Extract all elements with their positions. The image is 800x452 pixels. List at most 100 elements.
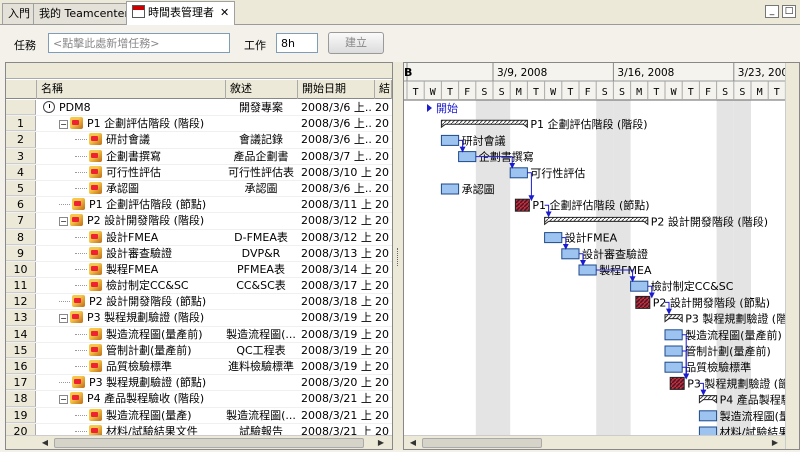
task-name: 設計FMEA [106,230,159,244]
start-date-cell: 2008/3/14 上... [301,262,373,276]
work-input[interactable] [276,33,318,53]
row-number[interactable]: 5 [6,180,36,197]
column-header-description[interactable]: 敘述 [226,80,298,99]
close-icon[interactable]: ✕ [220,6,229,19]
start-date-cell: 2008/3/19 上... [301,343,373,357]
create-button[interactable]: 建立 [328,32,384,54]
row-number[interactable]: 8 [6,229,36,245]
gantt-horizontal-scrollbar[interactable]: ◀ ▶ [404,435,785,449]
table-row[interactable]: 2 研討會議 會議記錄 2008/3/6 上... 20 [6,132,392,149]
name-cell: − P1 企劃評估階段 (階段) [39,116,224,131]
row-number[interactable]: 17 [6,375,36,391]
collapse-toggle-icon[interactable]: − [59,120,68,130]
task-bar[interactable] [578,264,597,276]
collapse-toggle-icon[interactable]: − [59,314,68,324]
task-bar[interactable] [664,345,683,357]
task-icon [89,133,102,146]
row-number[interactable]: 1 [6,116,36,132]
column-header-name[interactable]: 名稱 [37,80,226,99]
table-row[interactable]: 12 P2 設計開發階段 (節點) 2008/3/18 上...20 [6,294,392,311]
start-date-cell: 2008/3/19 上... [301,360,373,373]
scroll-left-icon[interactable]: ◀ [406,437,420,449]
table-row[interactable]: PDM8 開發專案 2008/3/6 上... 20 [6,100,392,117]
splitter-grip[interactable] [397,248,399,266]
name-cell: 可行性評估 [39,165,224,180]
table-row[interactable]: 9 設計審查驗證 DVP&R 2008/3/13 上...20 [6,245,392,262]
row-number[interactable]: 3 [6,148,36,164]
table-row[interactable]: 13 − P3 製程規劃驗證 (階段) 2008/3/19 上...20 [6,310,392,327]
row-number[interactable]: 19 [6,407,36,423]
table-row[interactable]: 1 − P1 企劃評估階段 (階段) 2008/3/6 上... 20 [6,116,392,133]
column-header-start-date[interactable]: 開始日期 [298,80,375,99]
row-number[interactable]: 10 [6,261,36,278]
collapse-toggle-icon[interactable]: − [59,395,68,405]
day-label: T [567,87,573,98]
table-row[interactable]: 8 設計FMEA D-FMEA表 2008/3/12 上...20 [6,229,392,246]
task-bar[interactable] [630,280,649,292]
table-row[interactable]: 14 製造流程圖(量產前) 製造流程圖(... 2008/3/19 上...20 [6,326,392,343]
table-row[interactable]: 18 − P4 產品製程驗收 (階段) 2008/3/21 上...20 [6,391,392,408]
table-row[interactable]: 6 P1 企劃評估階段 (節點) 2008/3/11 上...20 [6,197,392,214]
row-number[interactable]: 13 [6,310,36,326]
table-row[interactable]: 19 製造流程圖(量產) 製造流程圖(... 2008/3/21 上...20 [6,407,392,424]
task-bar[interactable] [440,134,460,146]
bar-label: P2 設計開發階段 (階段) [651,214,768,228]
row-number[interactable]: 12 [6,294,36,310]
task-bar[interactable] [509,167,528,179]
week-label: 3/23, 2008 [738,67,785,79]
row-number[interactable]: 11 [6,278,36,294]
maximize-button[interactable]: □ [782,5,796,18]
task-bar[interactable] [664,361,683,373]
name-cell: P3 製程規劃驗證 (節點) [39,375,224,390]
task-bar[interactable] [561,248,580,260]
scroll-right-icon[interactable]: ▶ [374,437,388,449]
table-row[interactable]: 3 企劃書撰寫 產品企劃書 2008/3/7 上... 20 [6,148,392,165]
row-number[interactable]: 14 [6,326,36,342]
table-row[interactable]: 10 製程FMEA PFMEA表 2008/3/14 上...20 [6,261,392,279]
row-number[interactable]: 9 [6,245,36,261]
scrollbar-thumb[interactable] [54,438,364,448]
tab-my-teamcenter[interactable]: 我的 Teamcenter [33,3,135,24]
row-number[interactable]: 4 [6,164,36,180]
task-bar[interactable] [458,151,477,163]
table-row[interactable]: 7 − P2 設計開發階段 (階段) 2008/3/12 上...20 [6,213,392,230]
milestone-gate-bar[interactable] [669,376,685,390]
table-row[interactable]: 17 P3 製程規劃驗證 (節點) 2008/3/20 上...20 [6,375,392,392]
row-number[interactable]: 18 [6,391,36,407]
tab-getting-started[interactable]: 入門 [2,3,36,24]
pane-splitter[interactable] [393,62,403,450]
table-row[interactable]: 4 可行性評估 可行性評估表 2008/3/10 上...20 [6,164,392,181]
gantt-vertical-scrollbar[interactable] [785,63,799,449]
row-number[interactable]: 16 [6,359,36,375]
table-row[interactable]: 5 承認圖 承認圖 2008/3/6 上... 20 [6,180,392,198]
row-number[interactable]: 2 [6,132,36,148]
milestone-gate-bar[interactable] [635,295,651,309]
row-number[interactable]: 15 [6,342,36,358]
task-toolbar: 任務 工作 建立 [0,26,800,62]
row-number[interactable]: 6 [6,197,36,213]
grid-horizontal-scrollbar[interactable]: ◀ ▶ [6,435,392,449]
task-bar[interactable] [440,183,460,195]
task-bar[interactable] [698,410,718,422]
scroll-right-icon[interactable]: ▶ [768,437,782,449]
scroll-left-icon[interactable]: ◀ [38,437,52,449]
table-row[interactable]: 11 檢討制定CC&SC CC&SC表 2008/3/17 上...20 [6,278,392,295]
table-row[interactable]: 16 品質檢驗標準 進料檢驗標準 2008/3/19 上...20 [6,359,392,376]
day-label: W [671,87,678,98]
new-task-input[interactable] [48,33,230,53]
table-row[interactable]: 15 管制計劃(量產前) QC工程表 2008/3/19 上...20 [6,342,392,359]
row-number[interactable] [6,100,36,116]
column-header-end[interactable]: 結 [375,80,392,99]
task-bar[interactable] [664,329,683,341]
row-number[interactable]: 7 [6,213,36,229]
minimize-button[interactable]: _ [765,5,779,18]
day-label: M [516,87,522,98]
scrollbar-thumb[interactable] [422,438,542,448]
collapse-toggle-icon[interactable]: − [59,217,68,227]
task-bar[interactable] [544,232,563,244]
task-label: 任務 [14,39,36,52]
name-cell: 品質檢驗標準 [39,359,224,374]
start-label: 開始 [436,101,458,115]
milestone-gate-bar[interactable] [514,198,530,212]
tab-schedule-manager[interactable]: 時間表管理者 ✕ [126,1,236,25]
